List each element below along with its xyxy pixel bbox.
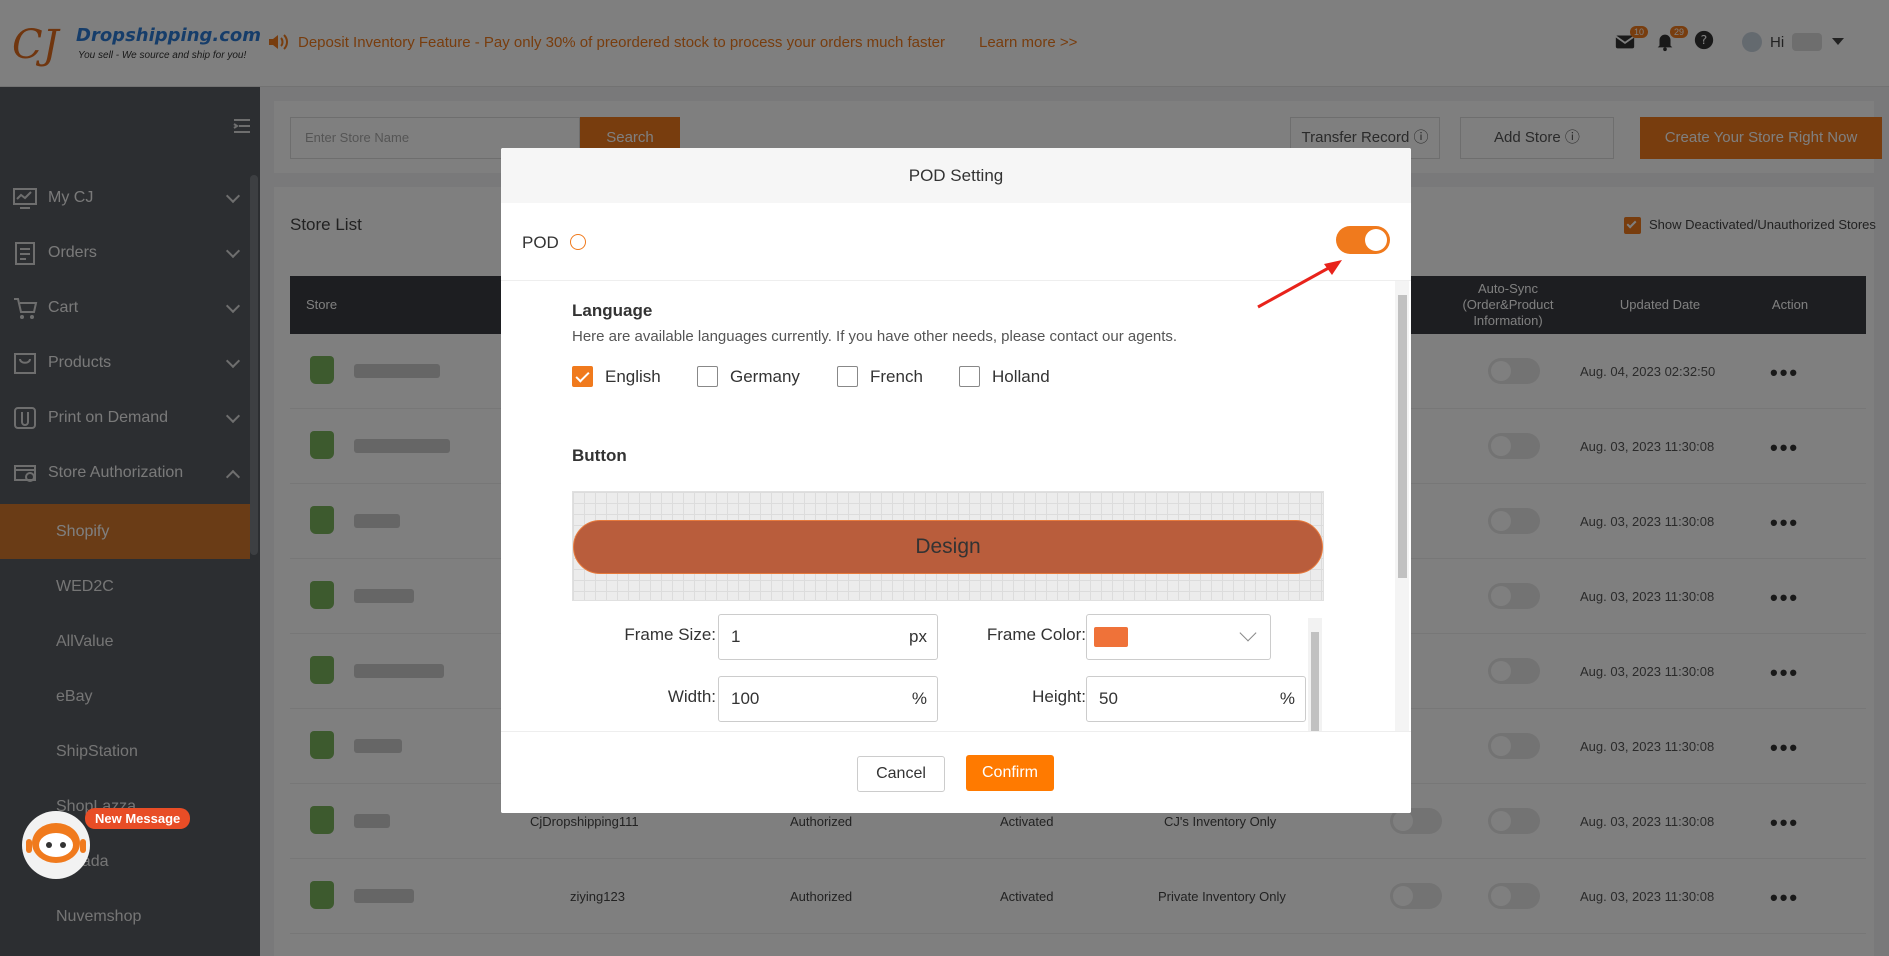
- modal-title: POD Setting: [501, 148, 1411, 203]
- cancel-button[interactable]: Cancel: [857, 756, 945, 792]
- height-value: 50: [1099, 689, 1118, 708]
- width-value: 100: [731, 689, 760, 708]
- pod-toggle[interactable]: [1336, 226, 1390, 254]
- modal-scrollbar[interactable]: [1395, 281, 1409, 731]
- pod-setting-modal: POD Setting POD Language Here are availa…: [501, 148, 1411, 813]
- language-description: Here are available languages currently. …: [572, 328, 1178, 345]
- frame-size-value: 1: [731, 627, 741, 646]
- language-label: Holland: [992, 366, 1050, 386]
- language-label: French: [870, 366, 923, 386]
- height-unit: %: [1279, 689, 1295, 708]
- new-message-badge[interactable]: New Message: [85, 808, 191, 829]
- checkbox-icon: [697, 366, 718, 387]
- modal-footer: Cancel Confirm: [501, 731, 1411, 813]
- width-input[interactable]: 100 %: [718, 676, 938, 722]
- checkbox-icon: [837, 366, 858, 387]
- chevron-down-icon: [1239, 624, 1257, 642]
- info-icon[interactable]: [570, 234, 586, 250]
- button-preview: Design: [572, 491, 1324, 601]
- red-arrow-annotation: [1257, 260, 1342, 309]
- language-label: English: [605, 366, 661, 386]
- modal-body: Language Here are available languages cu…: [501, 281, 1411, 731]
- frame-size-input[interactable]: 1 px: [718, 614, 938, 660]
- design-button-preview[interactable]: Design: [573, 520, 1323, 574]
- width-unit: %: [911, 689, 927, 708]
- button-section-title: Button: [572, 446, 627, 465]
- confirm-button[interactable]: Confirm: [966, 755, 1054, 791]
- language-french[interactable]: French: [837, 366, 923, 387]
- frame-size-label: Frame Size:: [624, 625, 716, 644]
- color-swatch: [1094, 627, 1128, 647]
- language-germany[interactable]: Germany: [697, 366, 800, 387]
- language-label: Germany: [730, 366, 800, 386]
- language-title: Language: [572, 301, 653, 320]
- frame-size-unit: px: [909, 627, 927, 646]
- language-english[interactable]: English: [572, 366, 661, 387]
- settings-scrollbar[interactable]: [1308, 618, 1322, 731]
- frame-color-select[interactable]: [1086, 614, 1271, 660]
- checkbox-checked-icon: [572, 366, 593, 387]
- frame-color-label: Frame Color:: [986, 625, 1086, 644]
- chat-bot-icon[interactable]: [18, 805, 94, 881]
- width-label: Width:: [667, 687, 716, 706]
- checkbox-icon: [959, 366, 980, 387]
- height-input[interactable]: 50 %: [1086, 676, 1306, 722]
- pod-label: POD: [522, 233, 559, 252]
- language-holland[interactable]: Holland: [959, 366, 1050, 387]
- height-label: Height:: [1032, 687, 1086, 706]
